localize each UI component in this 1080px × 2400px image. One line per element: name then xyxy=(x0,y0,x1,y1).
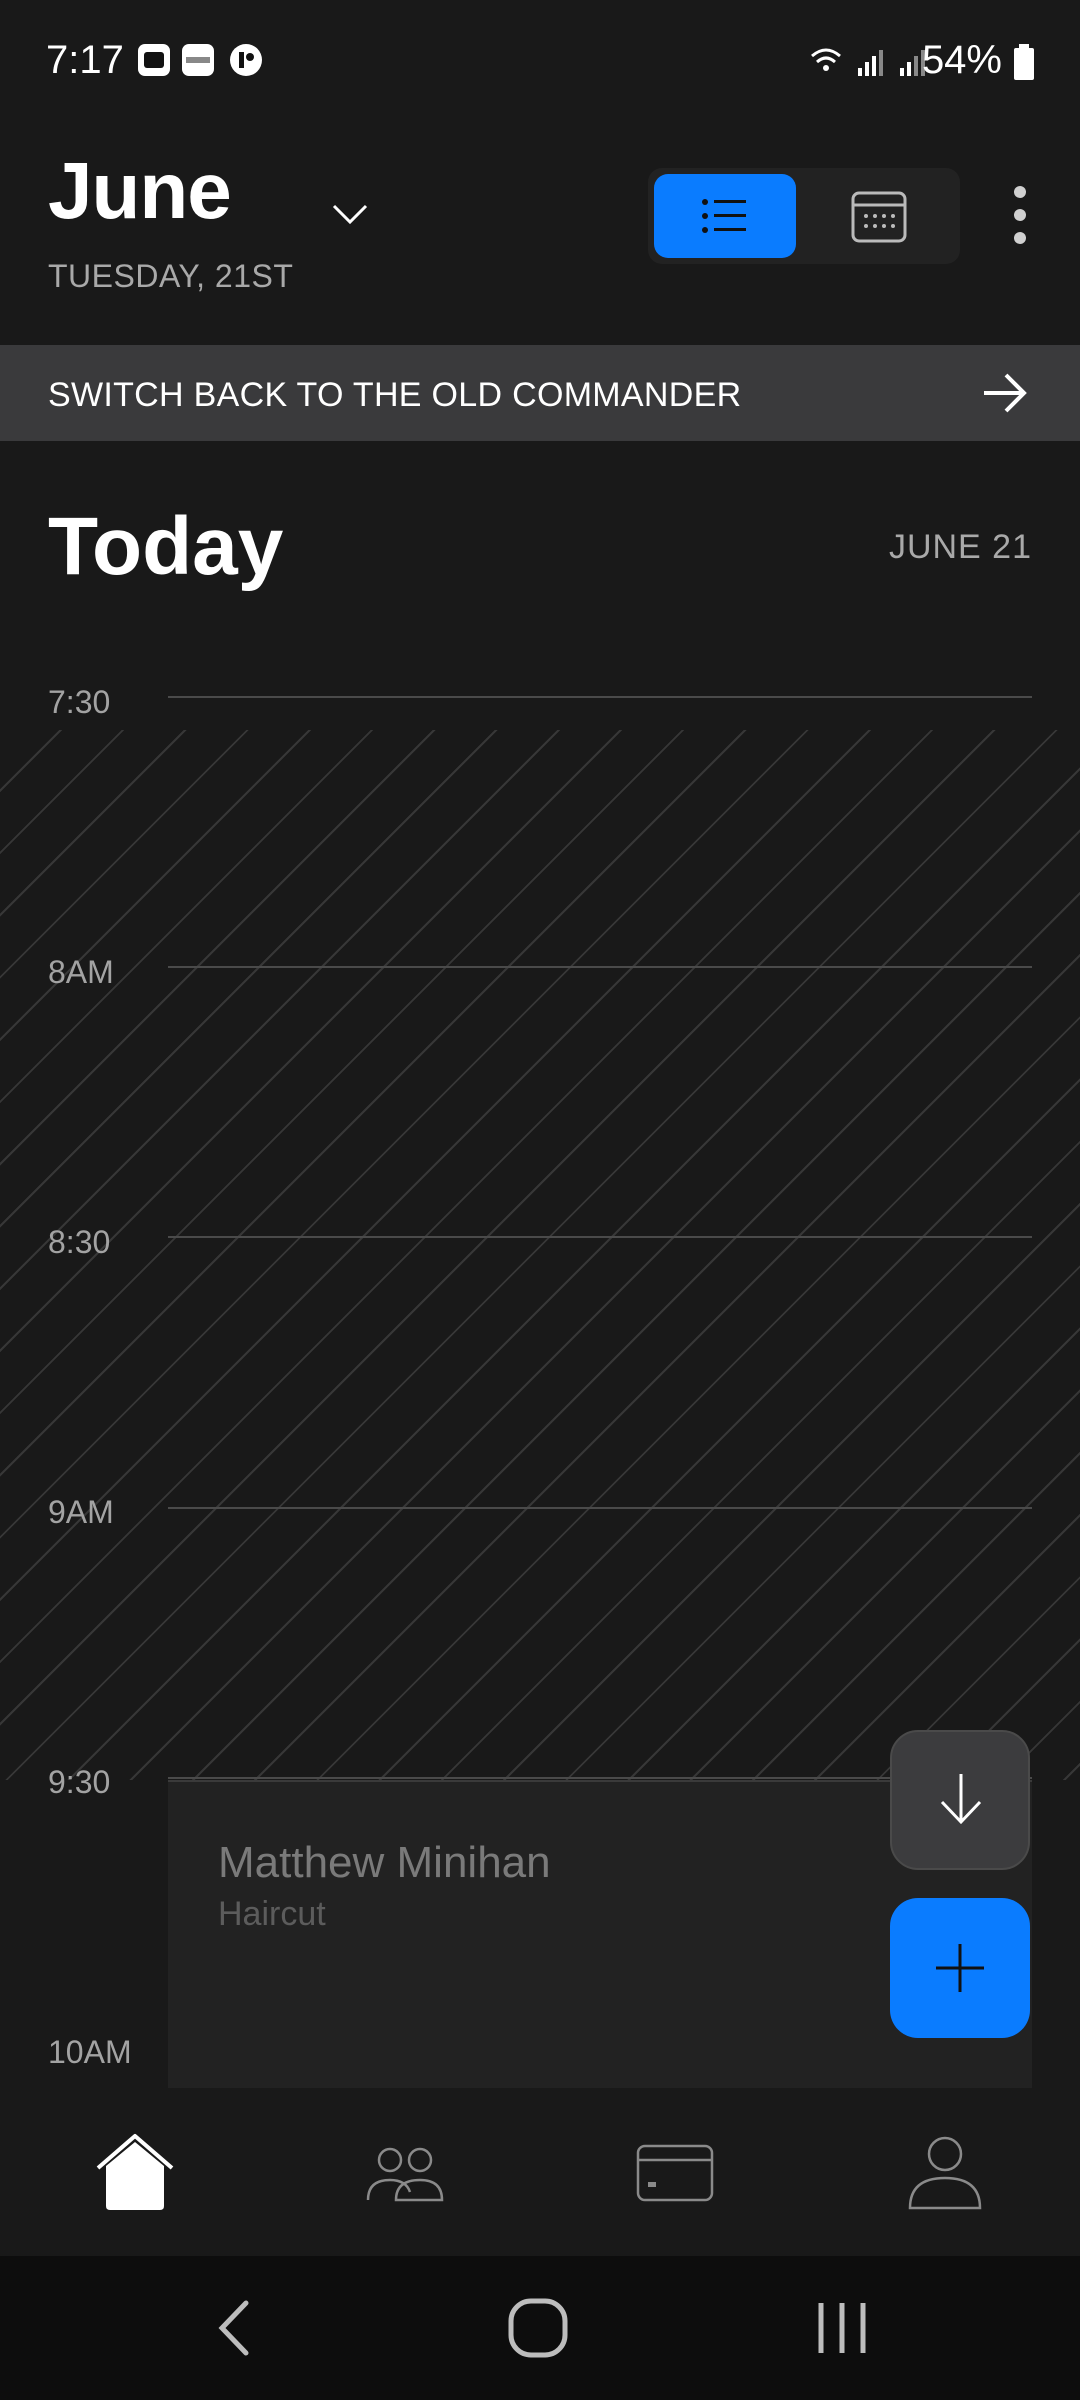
time-divider xyxy=(168,966,1032,968)
calendar-view-button[interactable] xyxy=(808,174,950,258)
chevron-down-icon[interactable] xyxy=(330,200,370,230)
battery-icon xyxy=(1014,44,1034,80)
list-view-icon xyxy=(702,199,746,233)
status-time: 7:17 xyxy=(46,38,124,82)
month-title[interactable]: June xyxy=(48,145,232,237)
time-label: 9AM xyxy=(48,1494,114,1530)
unavailable-time-hatch xyxy=(0,730,1080,1780)
time-divider xyxy=(168,696,1032,698)
payments-icon[interactable] xyxy=(630,2130,720,2214)
more-options-icon[interactable] xyxy=(1000,180,1040,250)
time-label: 9:30 xyxy=(48,1764,111,1800)
scroll-down-button[interactable] xyxy=(890,1730,1030,1870)
calendar-view-icon xyxy=(851,191,907,243)
clients-icon[interactable] xyxy=(360,2130,450,2214)
app-notification-icon-3 xyxy=(230,44,262,76)
home-icon[interactable] xyxy=(90,2130,180,2214)
banner-text: SWITCH BACK TO THE OLD COMMANDER xyxy=(48,376,742,414)
cibc-notification-icon xyxy=(182,44,214,76)
day-title: Today xyxy=(48,501,284,592)
plus-icon xyxy=(936,1944,984,1992)
day-date: JUNE 21 xyxy=(888,528,1032,566)
profile-icon[interactable] xyxy=(900,2130,990,2214)
battery-percentage: 54% xyxy=(921,38,1002,82)
time-divider xyxy=(168,1236,1032,1238)
time-divider xyxy=(168,1507,1032,1509)
appointment-client: Matthew Minihan xyxy=(218,1838,551,1887)
appointment-service: Haircut xyxy=(218,1895,326,1933)
list-view-button[interactable] xyxy=(654,174,796,258)
arrow-right-icon[interactable] xyxy=(980,370,1030,416)
time-label: 10AM xyxy=(48,2034,132,2070)
time-label: 7:30 xyxy=(48,684,111,720)
time-label: 8:30 xyxy=(48,1224,111,1260)
back-icon[interactable] xyxy=(200,2295,270,2361)
app-notification-icon xyxy=(138,44,170,76)
add-appointment-button[interactable] xyxy=(890,1898,1030,2038)
time-label: 8AM xyxy=(48,954,114,990)
selected-date: TUESDAY, 21ST xyxy=(48,258,294,294)
home-circle-icon[interactable] xyxy=(503,2295,573,2361)
arrow-down-icon xyxy=(940,1774,982,1825)
recents-icon[interactable] xyxy=(807,2295,877,2361)
